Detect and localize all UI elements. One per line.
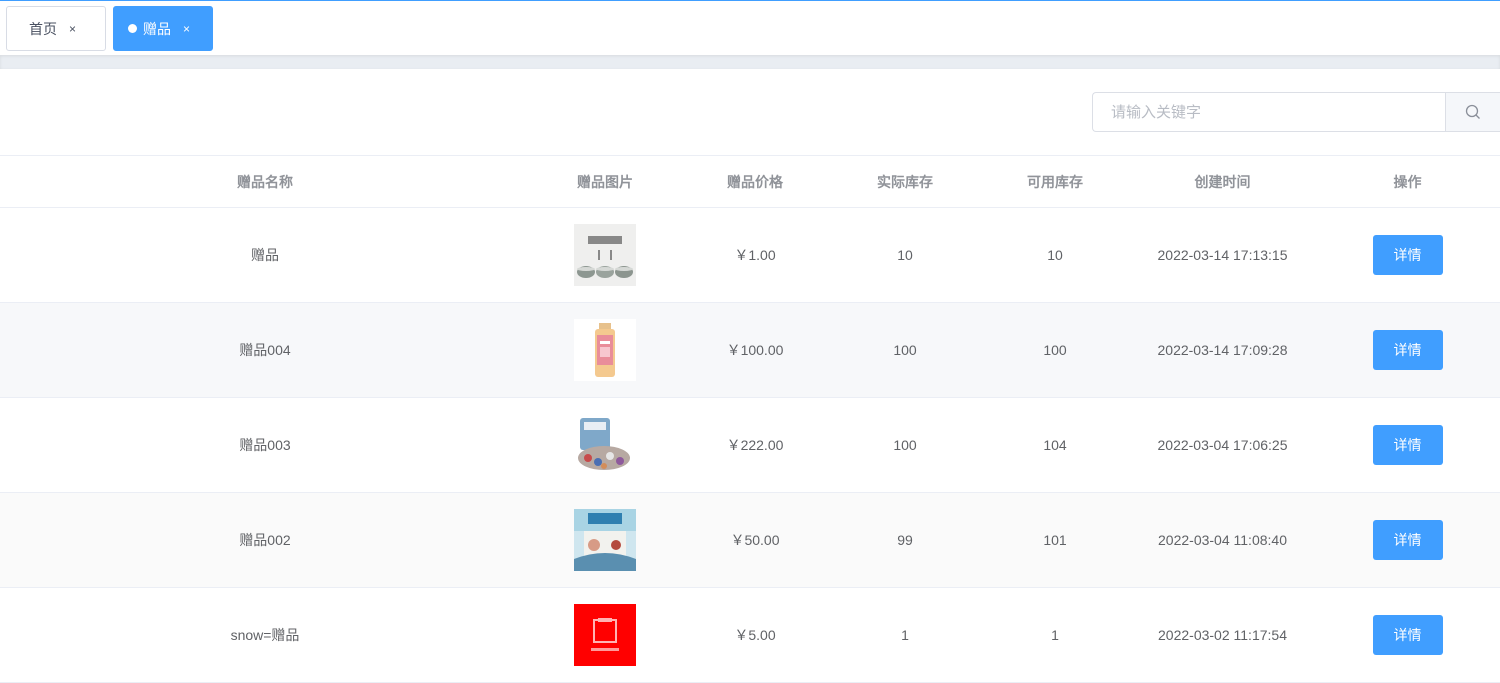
- tab-gift[interactable]: 赠品 ×: [113, 6, 213, 51]
- table-header-row: 赠品名称 赠品图片 赠品价格 实际库存 可用库存 创建时间 操作: [0, 155, 1500, 208]
- cell-name: 赠品: [0, 207, 530, 303]
- cell-available-stock: 1: [980, 587, 1130, 683]
- cell-actions: 详情: [1315, 302, 1500, 398]
- header-image: 赠品图片: [530, 155, 680, 208]
- search-box: [1092, 92, 1500, 132]
- cell-image: [530, 397, 680, 493]
- cell-available-stock: 100: [980, 302, 1130, 398]
- cell-available-stock: 104: [980, 397, 1130, 493]
- cell-actual-stock: 100: [830, 302, 980, 398]
- candy-bag-image: [574, 414, 636, 476]
- cell-name: 赠品004: [0, 302, 530, 398]
- search-input[interactable]: [1093, 93, 1445, 131]
- tab-gift-close-icon[interactable]: ×: [183, 23, 190, 35]
- cell-actions: 详情: [1315, 397, 1500, 493]
- red-box-image: [574, 604, 636, 666]
- cell-available-stock: 101: [980, 492, 1130, 588]
- content-top-divider: [0, 55, 1500, 69]
- active-dot-icon: [128, 24, 137, 33]
- bowls-product-image: [574, 224, 636, 286]
- gift-table: 赠品名称 赠品图片 赠品价格 实际库存 可用库存 创建时间 操作 赠品 ￥1.0…: [0, 155, 1500, 683]
- table-row: 赠品004 ￥100.00 100 100 2022-03-14 17:09:2…: [0, 302, 1500, 398]
- cell-available-stock: 10: [980, 207, 1130, 303]
- cell-price: ￥222.00: [680, 397, 830, 493]
- detail-button[interactable]: 详情: [1372, 615, 1443, 655]
- cell-price: ￥5.00: [680, 587, 830, 683]
- header-price: 赠品价格: [680, 155, 830, 208]
- cell-created: 2022-03-04 17:06:25: [1130, 397, 1315, 493]
- table-row: 赠品003 ￥222.00 100 104 2022-03-04 17:06:2…: [0, 397, 1500, 493]
- table-row: 赠品 ￥1.00 10 10 2022-03-14 17:13:15 详情: [0, 207, 1500, 303]
- header-actual-stock: 实际库存: [830, 155, 980, 208]
- cell-price: ￥100.00: [680, 302, 830, 398]
- cell-actual-stock: 99: [830, 492, 980, 588]
- cell-image: [530, 302, 680, 398]
- cell-name: 赠品003: [0, 397, 530, 493]
- cell-name: 赠品002: [0, 492, 530, 588]
- table-row: snow=赠品 ￥5.00 1 1 2022-03-02 11:17:54 详情: [0, 587, 1500, 683]
- tab-gift-label: 赠品: [143, 20, 171, 37]
- cell-price: ￥1.00: [680, 207, 830, 303]
- detail-button[interactable]: 详情: [1372, 330, 1443, 370]
- bottle-drink-image: [574, 319, 636, 381]
- header-actions: 操作: [1315, 155, 1500, 208]
- header-available-stock: 可用库存: [980, 155, 1130, 208]
- cell-actions: 详情: [1315, 207, 1500, 303]
- cell-actual-stock: 1: [830, 587, 980, 683]
- cell-price: ￥50.00: [680, 492, 830, 588]
- table-row: 赠品002 ￥50.00 99 101 2022-03-04 11:08:40 …: [0, 492, 1500, 588]
- cell-created: 2022-03-14 17:13:15: [1130, 207, 1315, 303]
- header-created: 创建时间: [1130, 155, 1315, 208]
- tags-view-bar: 首页 × 赠品 ×: [0, 0, 1500, 55]
- cell-image: [530, 492, 680, 588]
- snack-package-image: [574, 509, 636, 571]
- header-name: 赠品名称: [0, 155, 530, 208]
- search-button[interactable]: [1445, 93, 1500, 131]
- cell-actual-stock: 10: [830, 207, 980, 303]
- cell-actions: 详情: [1315, 492, 1500, 588]
- cell-created: 2022-03-02 11:17:54: [1130, 587, 1315, 683]
- detail-button[interactable]: 详情: [1372, 520, 1443, 560]
- cell-created: 2022-03-04 11:08:40: [1130, 492, 1315, 588]
- cell-name: snow=赠品: [0, 587, 530, 683]
- search-icon: [1465, 104, 1480, 119]
- cell-created: 2022-03-14 17:09:28: [1130, 302, 1315, 398]
- detail-button[interactable]: 详情: [1372, 425, 1443, 465]
- tab-home-label: 首页: [29, 20, 57, 37]
- cell-image: [530, 587, 680, 683]
- detail-button[interactable]: 详情: [1372, 235, 1443, 275]
- tab-home[interactable]: 首页 ×: [6, 6, 106, 51]
- cell-actions: 详情: [1315, 587, 1500, 683]
- tab-home-close-icon[interactable]: ×: [69, 23, 76, 35]
- cell-image: [530, 207, 680, 303]
- cell-actual-stock: 100: [830, 397, 980, 493]
